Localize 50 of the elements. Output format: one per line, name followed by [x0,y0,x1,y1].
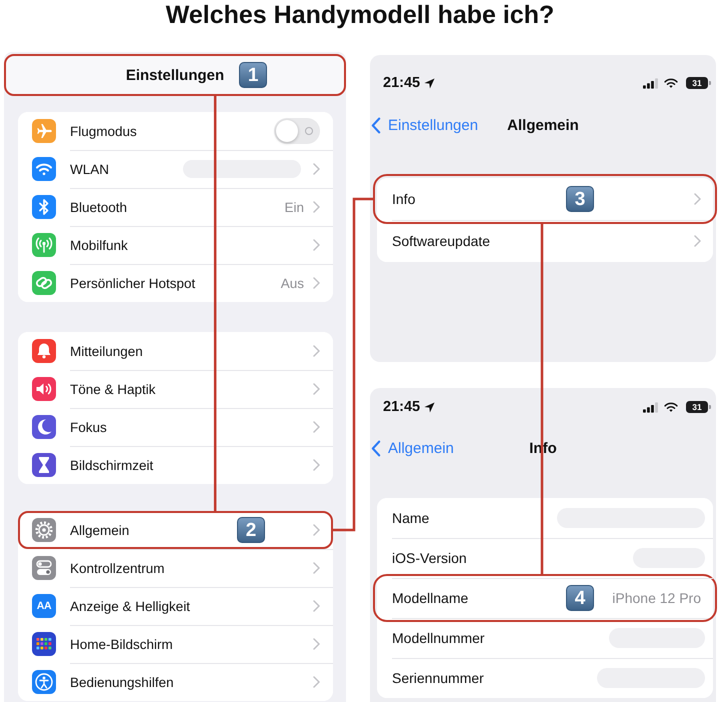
chevron-left-icon [371,440,381,456]
step-badge: 4 [566,585,594,611]
chevron-right-icon [313,524,320,536]
status-time: 21:45 [383,399,420,415]
battery-indicator: 31 [686,77,708,89]
info-label: Modellname [392,590,468,606]
chevron-right-icon [313,600,320,612]
info-label: Seriennummer [392,670,484,686]
chevron-right-icon [313,459,320,471]
toggle-switch[interactable] [274,118,320,144]
chevron-right-icon [313,163,320,175]
location-arrow-icon [424,78,436,88]
chevron-right-icon [694,193,701,205]
chevron-left-icon [371,116,381,134]
screen-title: Einstellungen [126,66,224,84]
chevron-right-icon [313,201,320,213]
signal-icon [643,78,658,88]
step-badge: 1 [239,62,268,88]
info-label: Name [392,510,430,526]
info-label: iOS-Version [392,550,467,566]
chevron-right-icon [313,345,320,357]
info-label: Modellnummer [392,630,485,646]
text-size-icon: AA [32,594,56,618]
chevron-right-icon [313,277,320,289]
info-value: iPhone 12 Pro [612,590,701,606]
row-value: Aus [280,276,304,290]
wifi-icon [664,78,678,88]
row-value: Ein [284,200,304,214]
screen-title: Allgemein [507,116,579,134]
chevron-right-icon [313,383,320,395]
page-title: Welches Handymodell habe ich? [164,0,556,30]
wifi-icon [664,402,678,412]
settings-row[interactable]: Persönlicher Hotspot Aus [18,264,333,302]
chevron-right-icon [694,235,701,247]
status-time: 21:45 [383,75,420,91]
signal-icon [643,402,658,412]
battery-indicator: 31 [686,401,708,413]
settings-row[interactable]: Bedienungshilfen [18,663,333,701]
chevron-right-icon [313,421,320,433]
chevron-right-icon [313,638,320,650]
step-badge: 2 [237,517,265,543]
chevron-right-icon [313,562,320,574]
step-badge: 3 [566,186,594,212]
location-arrow-icon [424,402,436,412]
settings-row[interactable]: Bildschirmzeit [18,446,333,484]
chevron-right-icon [313,676,320,688]
settings-row[interactable]: Allgemein 2 [18,511,333,549]
menu-row[interactable]: Info 3 [377,178,713,220]
menu-row[interactable]: Softwareupdate [377,220,713,262]
chevron-right-icon [313,239,320,251]
